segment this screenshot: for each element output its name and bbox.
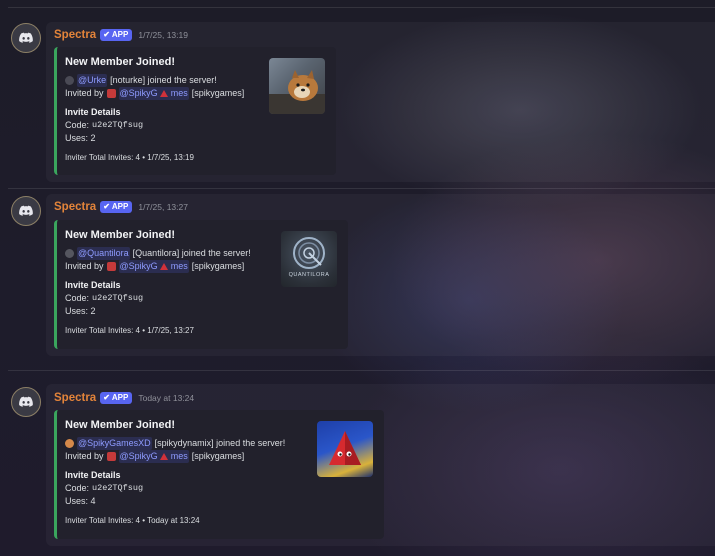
uses-line: Uses: 2 xyxy=(65,306,96,316)
inviter-mention[interactable]: @SpikyG mes xyxy=(118,450,189,463)
bot-avatar[interactable] xyxy=(11,23,41,53)
invite-code: u2e2TQfsug xyxy=(92,120,144,130)
code-line: Code: u2e2TQfsug xyxy=(65,482,374,495)
joined-text: [noturke] joined the server! xyxy=(110,75,217,85)
joined-text: [spikydynamix] joined the server! xyxy=(154,438,286,448)
message-divider xyxy=(8,188,715,189)
joined-text: [Quantilora] joined the server! xyxy=(132,248,251,258)
uses-line: Uses: 2 xyxy=(65,133,96,143)
inviter-mention-part-a: @SpikyG xyxy=(119,261,158,271)
app-badge: ✔ APP xyxy=(100,201,133,213)
user-avatar-icon xyxy=(65,76,74,85)
inviter-tag: [spikygames] xyxy=(191,88,245,98)
invited-prefix: Invited by xyxy=(65,451,104,461)
inviter-avatar-icon xyxy=(106,452,116,461)
code-line: Code: u2e2TQfsug xyxy=(65,292,338,305)
inviter-mention-part-a: @SpikyG xyxy=(119,88,158,98)
red-cone-illustration xyxy=(329,431,361,465)
inviter-mention-part-b: mes xyxy=(170,261,188,271)
invite-code: u2e2TQfsug xyxy=(92,483,144,493)
code-line: Code: u2e2TQfsug xyxy=(65,119,326,132)
timestamp[interactable]: Today at 13:24 xyxy=(138,393,194,403)
warning-triangle-icon xyxy=(160,263,169,271)
uses-line: Uses: 4 xyxy=(65,496,96,506)
inviter-mention-part-a: @SpikyG xyxy=(119,451,158,461)
inviter-mention-part-b: mes xyxy=(170,451,188,461)
invited-prefix: Invited by xyxy=(65,261,104,271)
message-divider xyxy=(8,7,715,8)
discord-logo-icon xyxy=(19,32,33,43)
quantilora-emblem xyxy=(293,237,325,269)
check-icon: ✔ xyxy=(103,202,110,211)
app-badge: ✔ APP xyxy=(100,392,133,404)
app-badge-label: APP xyxy=(111,202,129,211)
invite-code: u2e2TQfsug xyxy=(92,293,144,303)
inviter-mention[interactable]: @SpikyG mes xyxy=(118,87,189,100)
user-avatar-icon xyxy=(65,439,74,448)
joined-user-mention[interactable]: @Quantilora xyxy=(77,247,130,260)
warning-triangle-icon xyxy=(160,453,169,461)
quantilora-wordmark: QUANTILORA xyxy=(288,272,330,278)
joined-user-mention[interactable]: @SpikyGamesXD xyxy=(77,437,152,450)
user-avatar-icon xyxy=(65,249,74,258)
check-icon: ✔ xyxy=(103,393,110,402)
app-badge: ✔ APP xyxy=(100,29,133,41)
embed-footer: Inviter Total Invites: 4 • Today at 13:2… xyxy=(65,516,200,525)
inviter-tag: [spikygames] xyxy=(191,451,245,461)
discord-logo-icon xyxy=(19,205,33,216)
dog-photo-icon[interactable] xyxy=(269,58,325,114)
red-cone-avatar-icon[interactable] xyxy=(317,421,373,477)
username[interactable]: Spectra xyxy=(54,392,96,404)
embed-footer: Inviter Total Invites: 4 • 1/7/25, 13:19 xyxy=(65,153,194,162)
inviter-mention[interactable]: @SpikyG mes xyxy=(118,260,189,273)
check-icon: ✔ xyxy=(103,30,110,39)
message-header: Spectra ✔ APP Today at 13:24 xyxy=(54,392,194,404)
app-badge-label: APP xyxy=(111,30,129,39)
message-divider xyxy=(8,370,715,371)
inviter-tag: [spikygames] xyxy=(191,261,245,271)
timestamp[interactable]: 1/7/25, 13:27 xyxy=(138,202,188,212)
quantilora-logo-icon[interactable]: QUANTILORA xyxy=(281,231,337,287)
message-header: Spectra ✔ APP 1/7/25, 13:19 xyxy=(54,29,188,41)
bot-avatar[interactable] xyxy=(11,196,41,226)
inviter-avatar-icon xyxy=(106,89,116,98)
username[interactable]: Spectra xyxy=(54,201,96,213)
code-label: Code: xyxy=(65,120,90,130)
message-header: Spectra ✔ APP 1/7/25, 13:27 xyxy=(54,201,188,213)
joined-user-mention[interactable]: @Urke xyxy=(77,74,108,87)
dog-illustration xyxy=(269,70,325,114)
username[interactable]: Spectra xyxy=(54,29,96,41)
code-label: Code: xyxy=(65,483,90,493)
discord-logo-icon xyxy=(19,396,33,407)
invited-prefix: Invited by xyxy=(65,88,104,98)
code-label: Code: xyxy=(65,293,90,303)
bot-avatar[interactable] xyxy=(11,387,41,417)
embed-footer: Inviter Total Invites: 4 • 1/7/25, 13:27 xyxy=(65,326,194,335)
inviter-avatar-icon xyxy=(106,262,116,271)
warning-triangle-icon xyxy=(160,90,169,98)
inviter-mention-part-b: mes xyxy=(170,88,188,98)
app-badge-label: APP xyxy=(111,393,129,402)
timestamp[interactable]: 1/7/25, 13:19 xyxy=(138,30,188,40)
